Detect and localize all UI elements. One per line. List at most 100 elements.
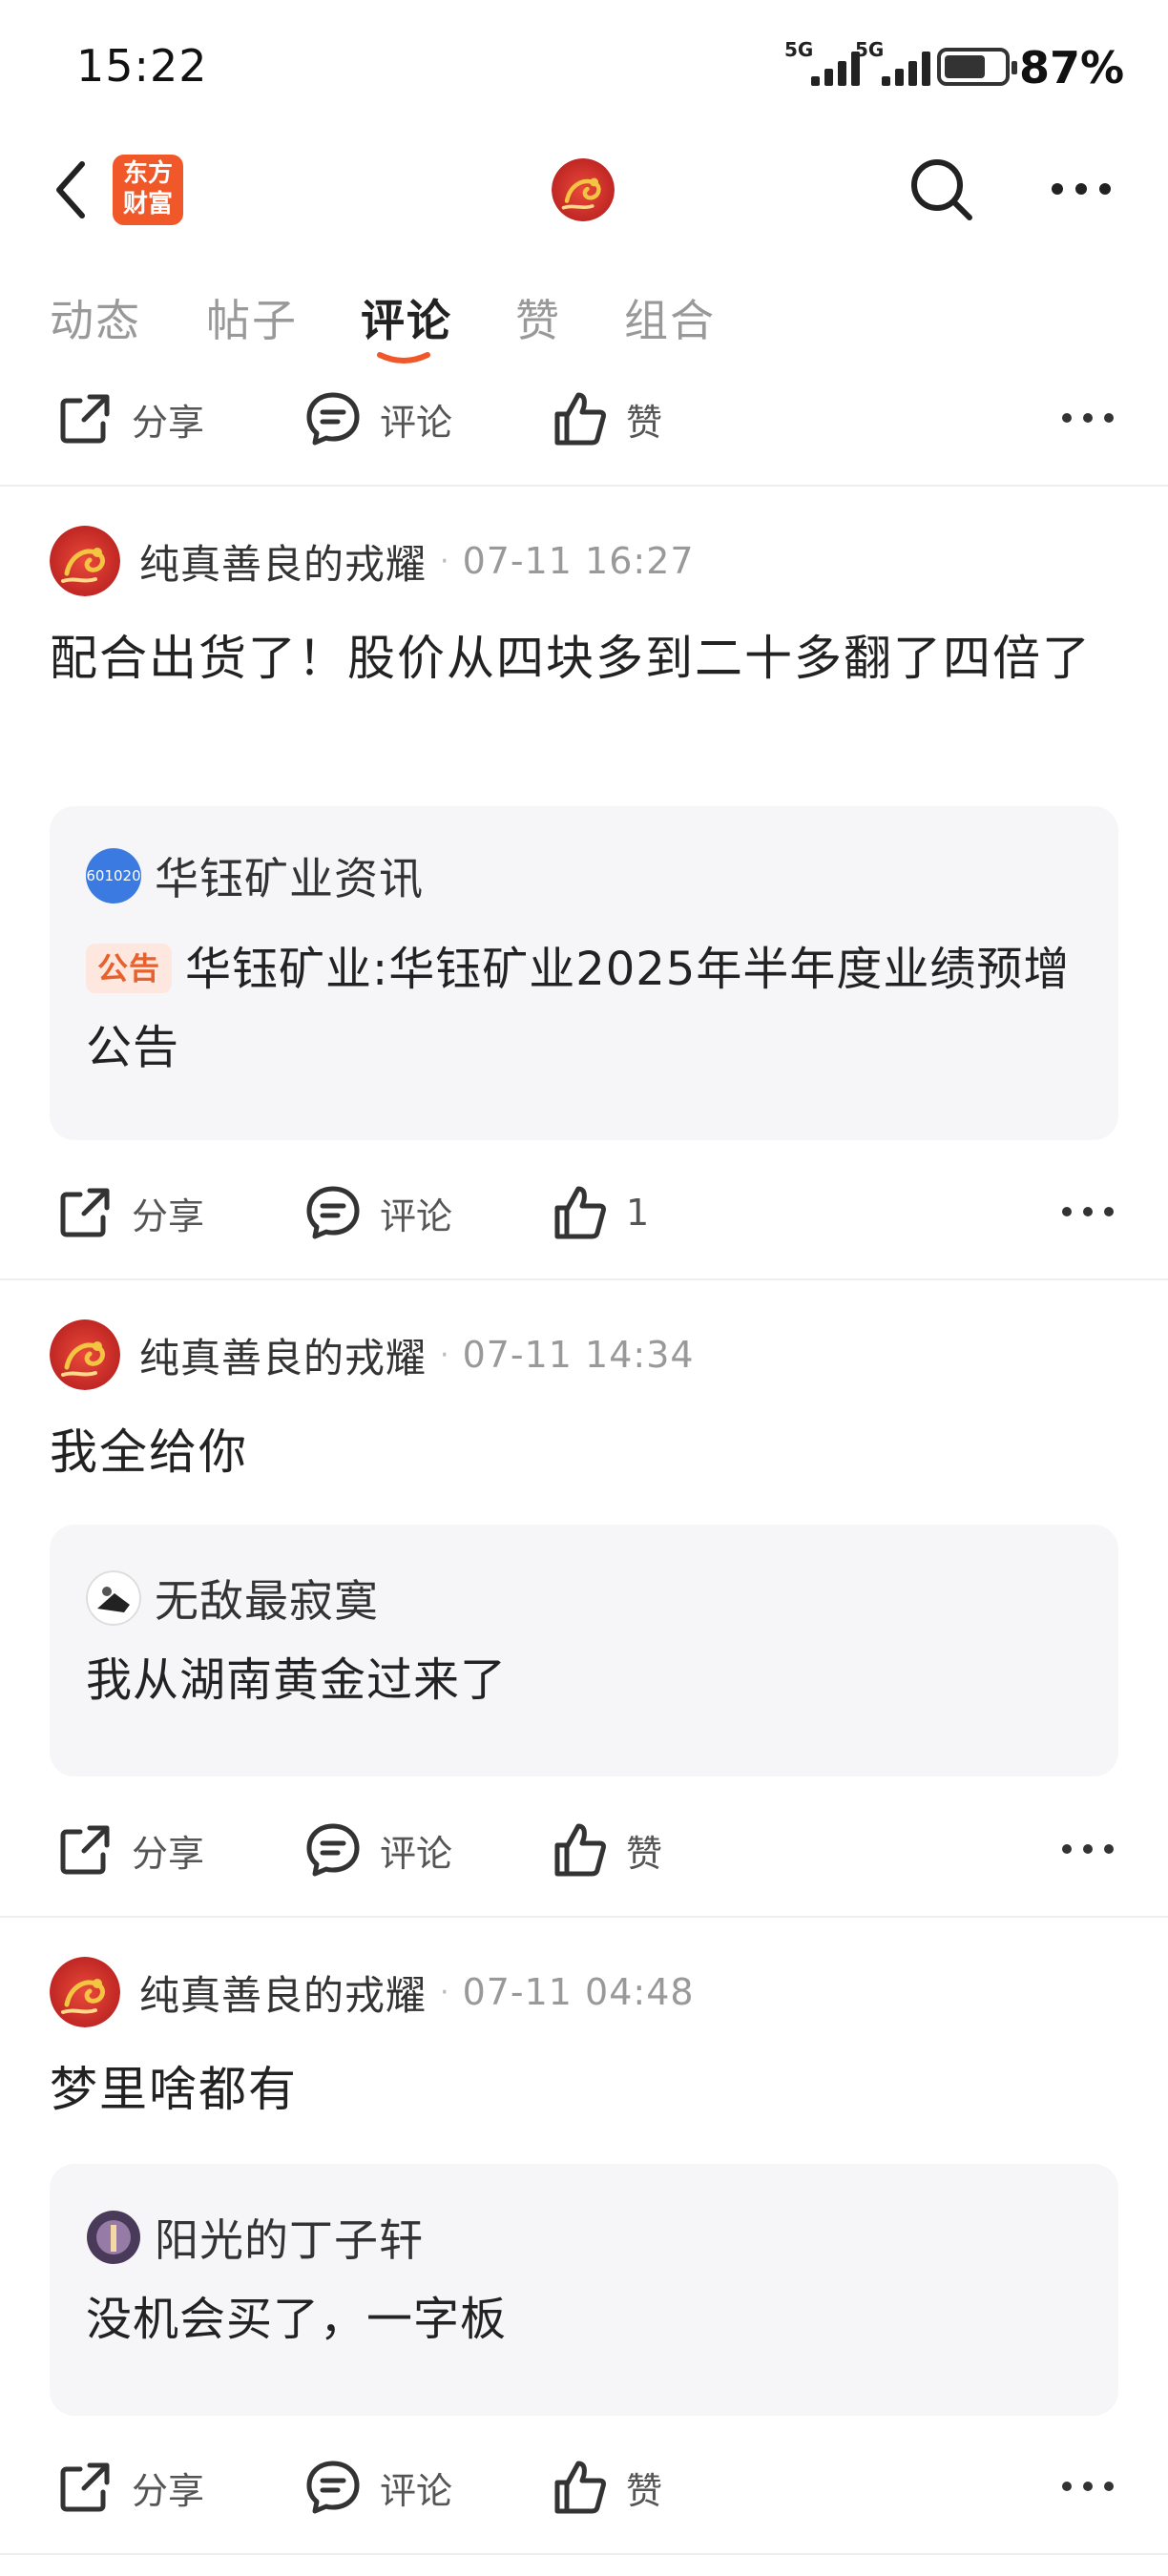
divider — [0, 1916, 1168, 1918]
quote-author: 无敌最寂寞 — [155, 1575, 379, 1627]
comment-icon — [306, 1823, 360, 1877]
post-header: 纯真善良的戎耀 · 07-11 14:34 — [50, 1317, 695, 1393]
quote-text-block: 公告 华钰矿业:华钰矿业2025年半年度业绩预增公告 — [86, 930, 1088, 1087]
share-icon — [60, 1825, 110, 1875]
quote-text: 华钰矿业:华钰矿业2025年半年度业绩预增公告 — [86, 943, 1071, 1074]
tab-posts[interactable]: 帖子 — [206, 286, 298, 349]
divider — [0, 485, 1168, 487]
separator-dot: · — [440, 1975, 449, 2009]
username[interactable]: 纯真善良的戎耀 — [139, 532, 427, 591]
comment-label: 评论 — [380, 2469, 453, 2512]
battery-icon — [937, 48, 1017, 86]
comment-icon — [306, 392, 360, 446]
comment-button[interactable]: 评论 — [303, 2458, 452, 2517]
avatar — [86, 1570, 141, 1626]
battery-percent: 87% — [1019, 42, 1125, 93]
status-bar: 15:22 5G 5G 87% — [0, 0, 1168, 134]
share-button[interactable]: 分享 — [55, 389, 204, 448]
active-tab-indicator — [377, 352, 430, 364]
quote-text: 没机会买了，一字板 — [86, 2293, 508, 2346]
divider — [0, 1278, 1168, 1280]
logo-text-line1: 东方 — [122, 159, 173, 188]
post-text[interactable]: 我全给你 — [50, 1414, 1128, 1490]
more-options-icon[interactable] — [1059, 1841, 1116, 1857]
comment-label: 评论 — [380, 1832, 453, 1875]
quoted-post[interactable]: 601020 华钰矿业资讯 公告 华钰矿业:华钰矿业2025年半年度业绩预增公告 — [50, 806, 1118, 1140]
tab-comments[interactable]: 评论 — [361, 286, 452, 349]
thumbs-up-icon — [554, 1823, 606, 1877]
share-label: 分享 — [132, 401, 205, 444]
username[interactable]: 纯真善良的戎耀 — [139, 1326, 427, 1384]
thumbs-up-icon — [554, 1186, 606, 1239]
thumbs-up-icon — [554, 392, 606, 446]
status-time: 15:22 — [76, 40, 208, 92]
username[interactable]: 纯真善良的戎耀 — [139, 1963, 427, 2022]
comment-label: 评论 — [380, 1195, 453, 1237]
profile-avatar[interactable] — [552, 158, 615, 221]
comment-button[interactable]: 评论 — [303, 1183, 452, 1242]
search-icon[interactable] — [907, 155, 975, 223]
comment-button[interactable]: 评论 — [303, 1820, 452, 1880]
post-text[interactable]: 梦里啥都有 — [50, 2051, 1128, 2128]
like-button[interactable]: 1 — [550, 1183, 649, 1242]
action-bar: 分享 评论 赞 — [0, 2439, 1168, 2534]
thumbs-up-icon — [554, 2461, 606, 2514]
post-time: 07-11 04:48 — [462, 1971, 695, 2013]
quote-text: 我从湖南黄金过来了 — [86, 1653, 508, 1707]
signal-label: 5G — [784, 38, 814, 61]
like-count: 1 — [626, 1192, 650, 1234]
app-logo: 东方 财富 — [113, 155, 183, 225]
share-label: 分享 — [132, 2469, 205, 2512]
divider — [0, 2553, 1168, 2555]
post-time: 07-11 16:27 — [462, 540, 695, 582]
more-icon[interactable] — [1048, 172, 1115, 206]
comment-icon — [306, 2461, 360, 2514]
share-icon — [60, 1188, 110, 1237]
avatar[interactable] — [50, 526, 120, 596]
share-label: 分享 — [132, 1832, 205, 1875]
avatar — [87, 2211, 140, 2264]
comment-label: 评论 — [380, 401, 453, 444]
tab-likes[interactable]: 赞 — [515, 286, 561, 349]
like-button[interactable]: 赞 — [550, 1820, 662, 1880]
action-bar: 分享 评论 1 — [0, 1164, 1168, 1259]
stock-avatar: 601020 — [86, 848, 141, 904]
avatar[interactable] — [50, 1319, 120, 1390]
quoted-post[interactable]: 无敌最寂寞 我从湖南黄金过来了 — [50, 1525, 1118, 1776]
back-arrow-icon[interactable] — [48, 156, 105, 223]
quote-author: 华钰矿业资讯 — [155, 853, 424, 904]
more-options-icon[interactable] — [1059, 2479, 1116, 2494]
post-text[interactable]: 配合出货了！股价从四块多到二十多翻了四倍了 — [50, 620, 1128, 696]
more-options-icon[interactable] — [1059, 410, 1116, 426]
signal-icon-2: 5G — [855, 38, 930, 86]
tab-dynamics[interactable]: 动态 — [50, 286, 141, 349]
quote-header: 601020 华钰矿业资讯 — [86, 844, 424, 907]
action-bar: 分享 评论 赞 — [0, 370, 1168, 466]
announcement-badge: 公告 — [86, 944, 173, 993]
comment-icon — [306, 1186, 360, 1239]
like-label: 赞 — [626, 401, 663, 444]
post-time: 07-11 14:34 — [462, 1334, 695, 1376]
signal-label-2: 5G — [855, 38, 885, 61]
like-label: 赞 — [626, 1832, 663, 1875]
profile-tabs: 动态 帖子 评论 赞 组合 — [0, 277, 1168, 363]
like-label: 赞 — [626, 2469, 663, 2512]
avatar[interactable] — [50, 1957, 120, 2027]
quote-header: 无敌最寂寞 — [86, 1567, 379, 1630]
quoted-post[interactable]: 阳光的丁子轩 没机会买了，一字板 — [50, 2164, 1118, 2416]
like-button[interactable]: 赞 — [550, 2458, 662, 2517]
action-bar: 分享 评论 赞 — [0, 1801, 1168, 1897]
quote-author: 阳光的丁子轩 — [155, 2214, 424, 2266]
share-button[interactable]: 分享 — [55, 1183, 204, 1242]
post-header: 纯真善良的戎耀 · 07-11 04:48 — [50, 1954, 695, 2030]
share-icon — [60, 394, 110, 444]
separator-dot: · — [440, 544, 449, 578]
share-button[interactable]: 分享 — [55, 2458, 204, 2517]
stock-avatar-label: 601020 — [86, 867, 141, 884]
like-button[interactable]: 赞 — [550, 389, 662, 448]
share-label: 分享 — [132, 1195, 205, 1237]
comment-button[interactable]: 评论 — [303, 389, 452, 448]
more-options-icon[interactable] — [1059, 1204, 1116, 1219]
tab-portfolio[interactable]: 组合 — [624, 286, 716, 349]
share-button[interactable]: 分享 — [55, 1820, 204, 1880]
